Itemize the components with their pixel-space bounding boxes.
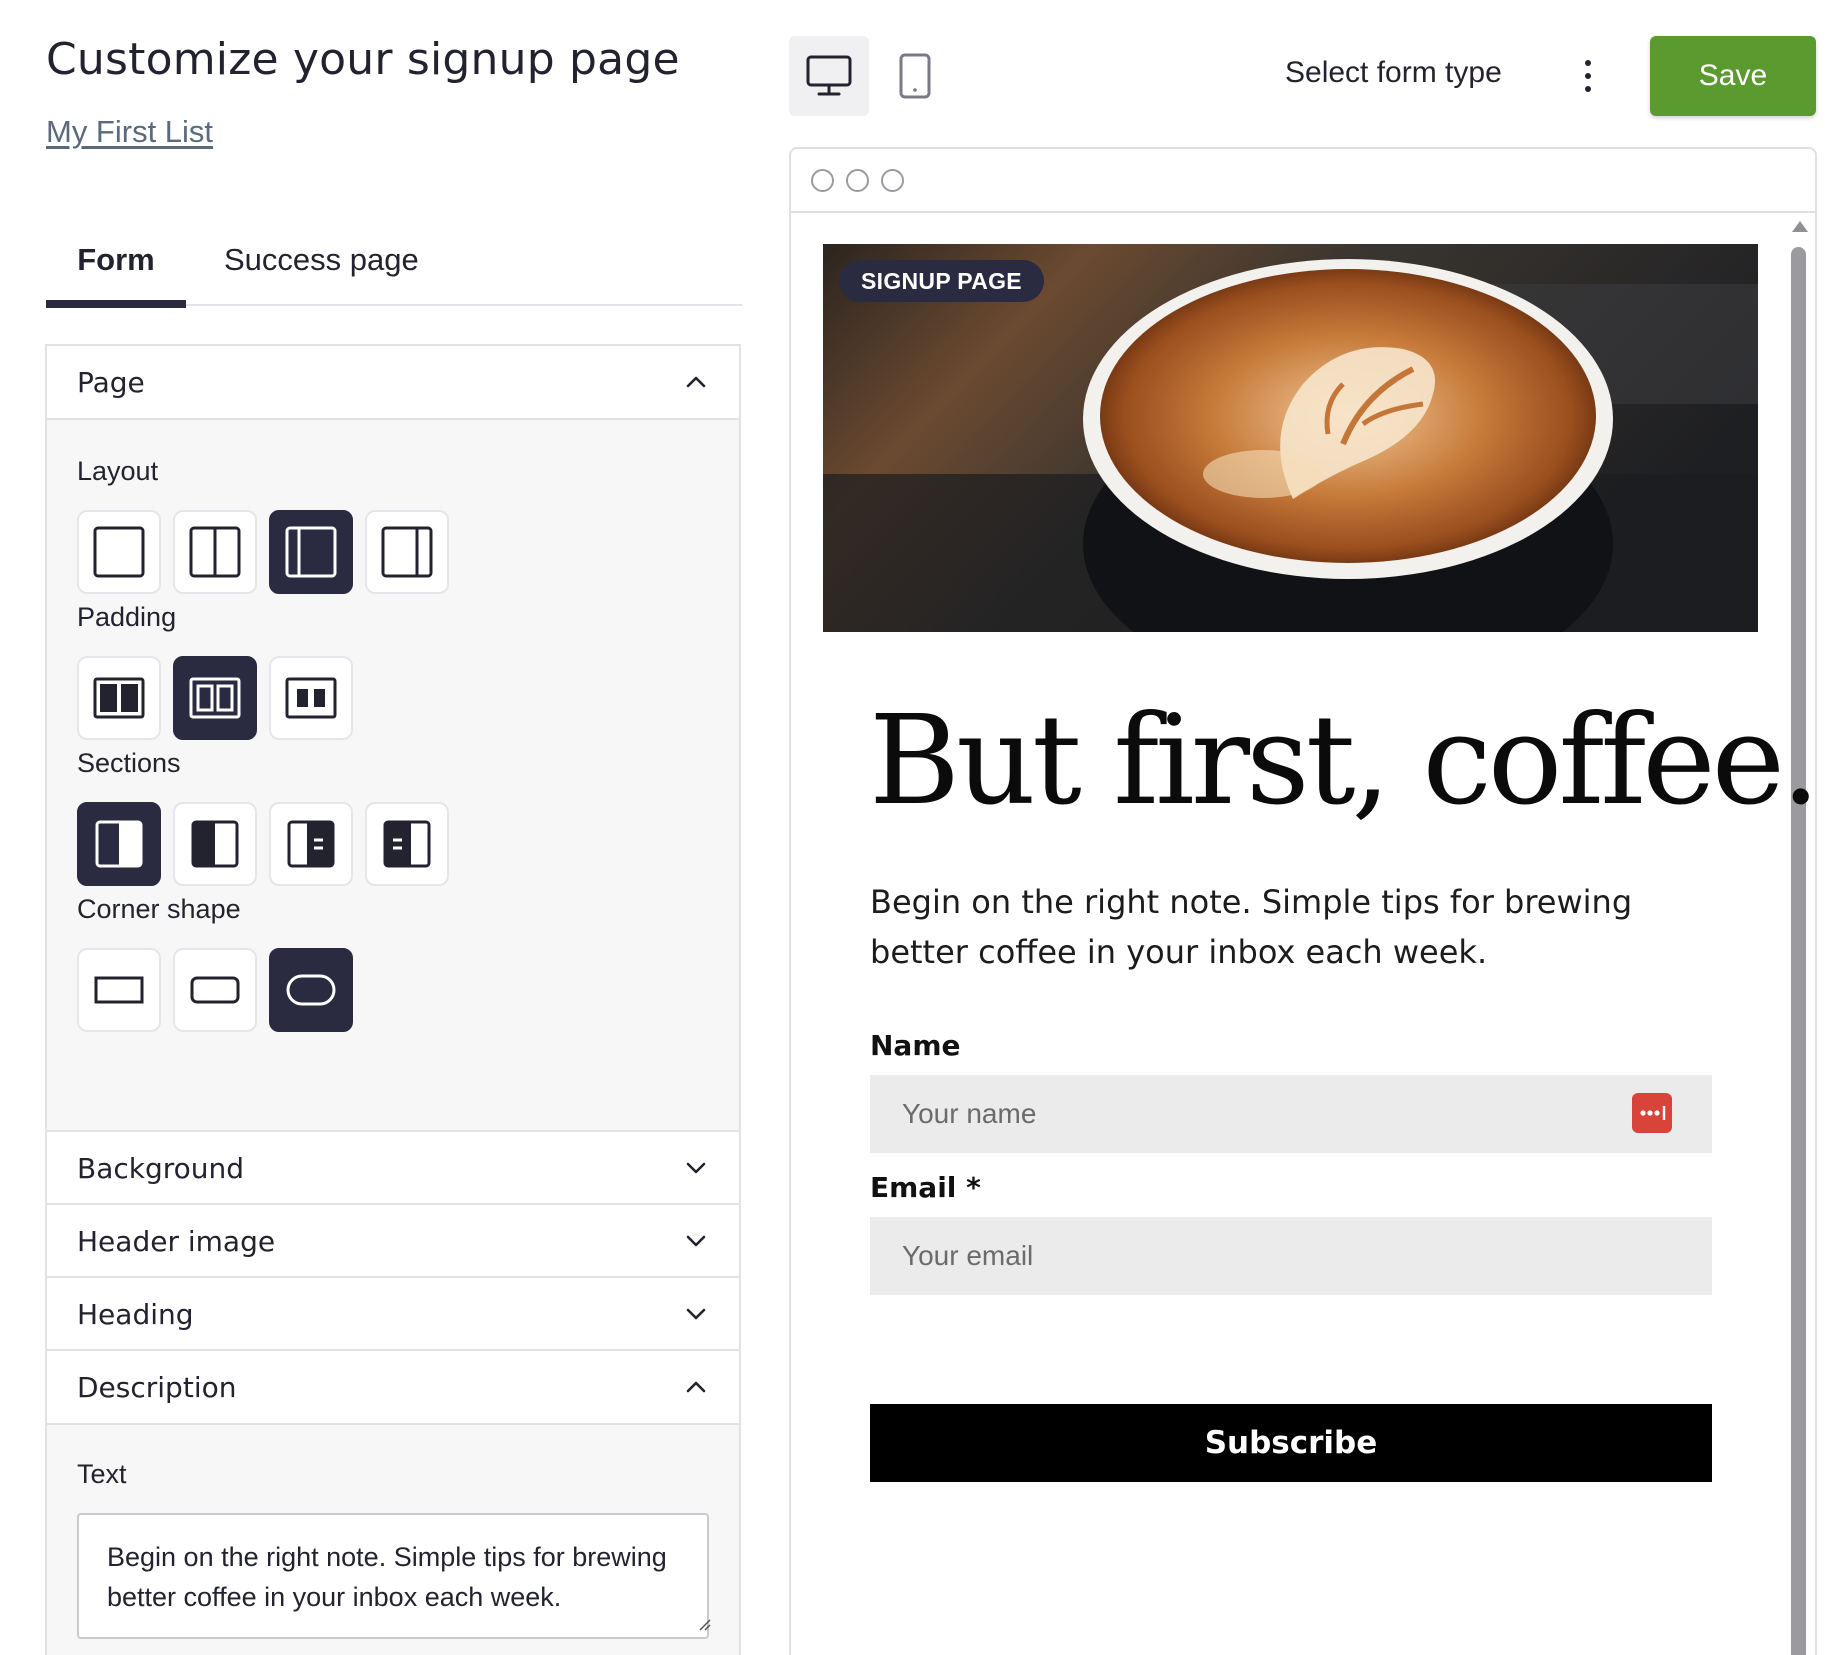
accordion-description-body: Text Begin on the right note. Simple tip… [47,1423,739,1655]
accordion-background-header[interactable]: Background [47,1132,739,1204]
sections-option-3[interactable] [269,802,353,886]
padding-option-none[interactable] [77,656,161,740]
page-title: Customize your signup page [46,34,680,85]
padding-option-small[interactable] [173,656,257,740]
sections-label: Sections [77,748,181,778]
email-input[interactable]: Your email [870,1217,1712,1295]
list-link[interactable]: My First List [46,114,213,150]
accordion-header-image: Header image [45,1203,741,1279]
description-textarea[interactable]: Begin on the right note. Simple tips for… [77,1513,709,1639]
browser-bar [791,149,1815,213]
select-form-type[interactable]: Select form type [1285,56,1502,90]
layout-options [77,510,449,594]
accordion-page: Page Layout Padding Sections Corner shap… [45,344,741,1154]
accordion-background-label: Background [77,1151,245,1185]
layout-option-right[interactable] [365,510,449,594]
corner-shape-label: Corner shape [77,894,241,924]
padding-large-icon [285,677,337,719]
sections-options [77,802,449,886]
accordion-description: Description Text Begin on the right note… [45,1349,741,1655]
layout-option-split[interactable] [173,510,257,594]
chevron-up-icon [683,1374,709,1400]
chevron-up-icon [683,369,709,395]
header-image: SIGNUP PAGE [823,244,1758,632]
corner-square-icon [94,976,144,1004]
layout-right-icon [381,526,433,578]
desktop-icon [806,55,852,96]
corner-option-pill[interactable] [269,948,353,1032]
accordion-background: Background [45,1130,741,1206]
accordion-heading: Heading [45,1276,741,1352]
layout-full-icon [93,526,145,578]
accordion-header-image-label: Header image [77,1224,276,1258]
preview-heading: But first, coffee. [869,689,1817,833]
chevron-down-icon [683,1228,709,1254]
corner-shape-options [77,948,353,1032]
email-label: Email * [870,1171,981,1204]
save-button[interactable]: Save [1650,36,1816,116]
description-text-label: Text [77,1459,127,1489]
accordion-page-body: Layout Padding Sections Corner shape [47,418,739,1152]
sections-option-1[interactable] [77,802,161,886]
corner-option-square[interactable] [77,948,161,1032]
scroll-up-arrow-icon[interactable] [1792,221,1808,232]
accordion-heading-label: Heading [77,1297,194,1331]
resize-grip-icon[interactable] [697,1617,711,1631]
window-dot-icon [881,169,904,192]
sections-split-light-icon [95,820,143,868]
subscribe-button[interactable]: Subscribe [870,1404,1712,1482]
name-label: Name [870,1029,961,1062]
layout-split-icon [189,526,241,578]
corner-rounded-icon [190,976,240,1004]
sections-text-right-icon [287,820,335,868]
padding-options [77,656,353,740]
scrollbar-thumb[interactable] [1791,247,1806,1655]
sections-split-dark-icon [191,820,239,868]
tab-success-page[interactable]: Success page [224,242,419,304]
password-manager-icon[interactable] [1632,1093,1672,1133]
corner-pill-icon [286,974,336,1006]
accordion-description-label: Description [77,1370,237,1404]
padding-none-icon [93,677,145,719]
preview-window: SIGNUP PAGE But first, coffee. Begin on … [789,147,1817,1655]
chevron-down-icon [683,1301,709,1327]
accordion-page-label: Page [77,365,145,399]
layout-option-full[interactable] [77,510,161,594]
sections-text-left-icon [383,820,431,868]
signup-page-badge: SIGNUP PAGE [839,260,1044,302]
preview-scrollbar[interactable] [1789,221,1808,1655]
accordion-page-header[interactable]: Page [47,346,739,418]
tab-form[interactable]: Form [46,242,186,308]
sections-option-2[interactable] [173,802,257,886]
more-vertical-icon[interactable] [1578,58,1598,94]
layout-label: Layout [77,456,159,486]
layout-option-center[interactable] [269,510,353,594]
settings-panel: Customize your signup page My First List… [0,0,760,1655]
chevron-down-icon [683,1155,709,1181]
sections-option-4[interactable] [365,802,449,886]
name-placeholder: Your name [902,1098,1037,1129]
padding-option-large[interactable] [269,656,353,740]
preview-description: Begin on the right note. Simple tips for… [870,883,1633,971]
name-input[interactable]: Your name [870,1075,1712,1153]
accordion-header-image-header[interactable]: Header image [47,1205,739,1277]
mobile-icon [899,53,931,99]
padding-label: Padding [77,602,177,632]
corner-option-rounded[interactable] [173,948,257,1032]
padding-small-icon [189,677,241,719]
accordion-description-header[interactable]: Description [47,1351,739,1423]
tab-bar: Form Success page [46,222,742,308]
accordion-heading-header[interactable]: Heading [47,1278,739,1350]
coffee-cup-image [823,244,1758,632]
mobile-view-button[interactable] [875,36,955,116]
layout-center-icon [285,526,337,578]
desktop-view-button[interactable] [789,36,869,116]
email-placeholder: Your email [902,1240,1034,1271]
window-dot-icon [846,169,869,192]
window-dot-icon [811,169,834,192]
